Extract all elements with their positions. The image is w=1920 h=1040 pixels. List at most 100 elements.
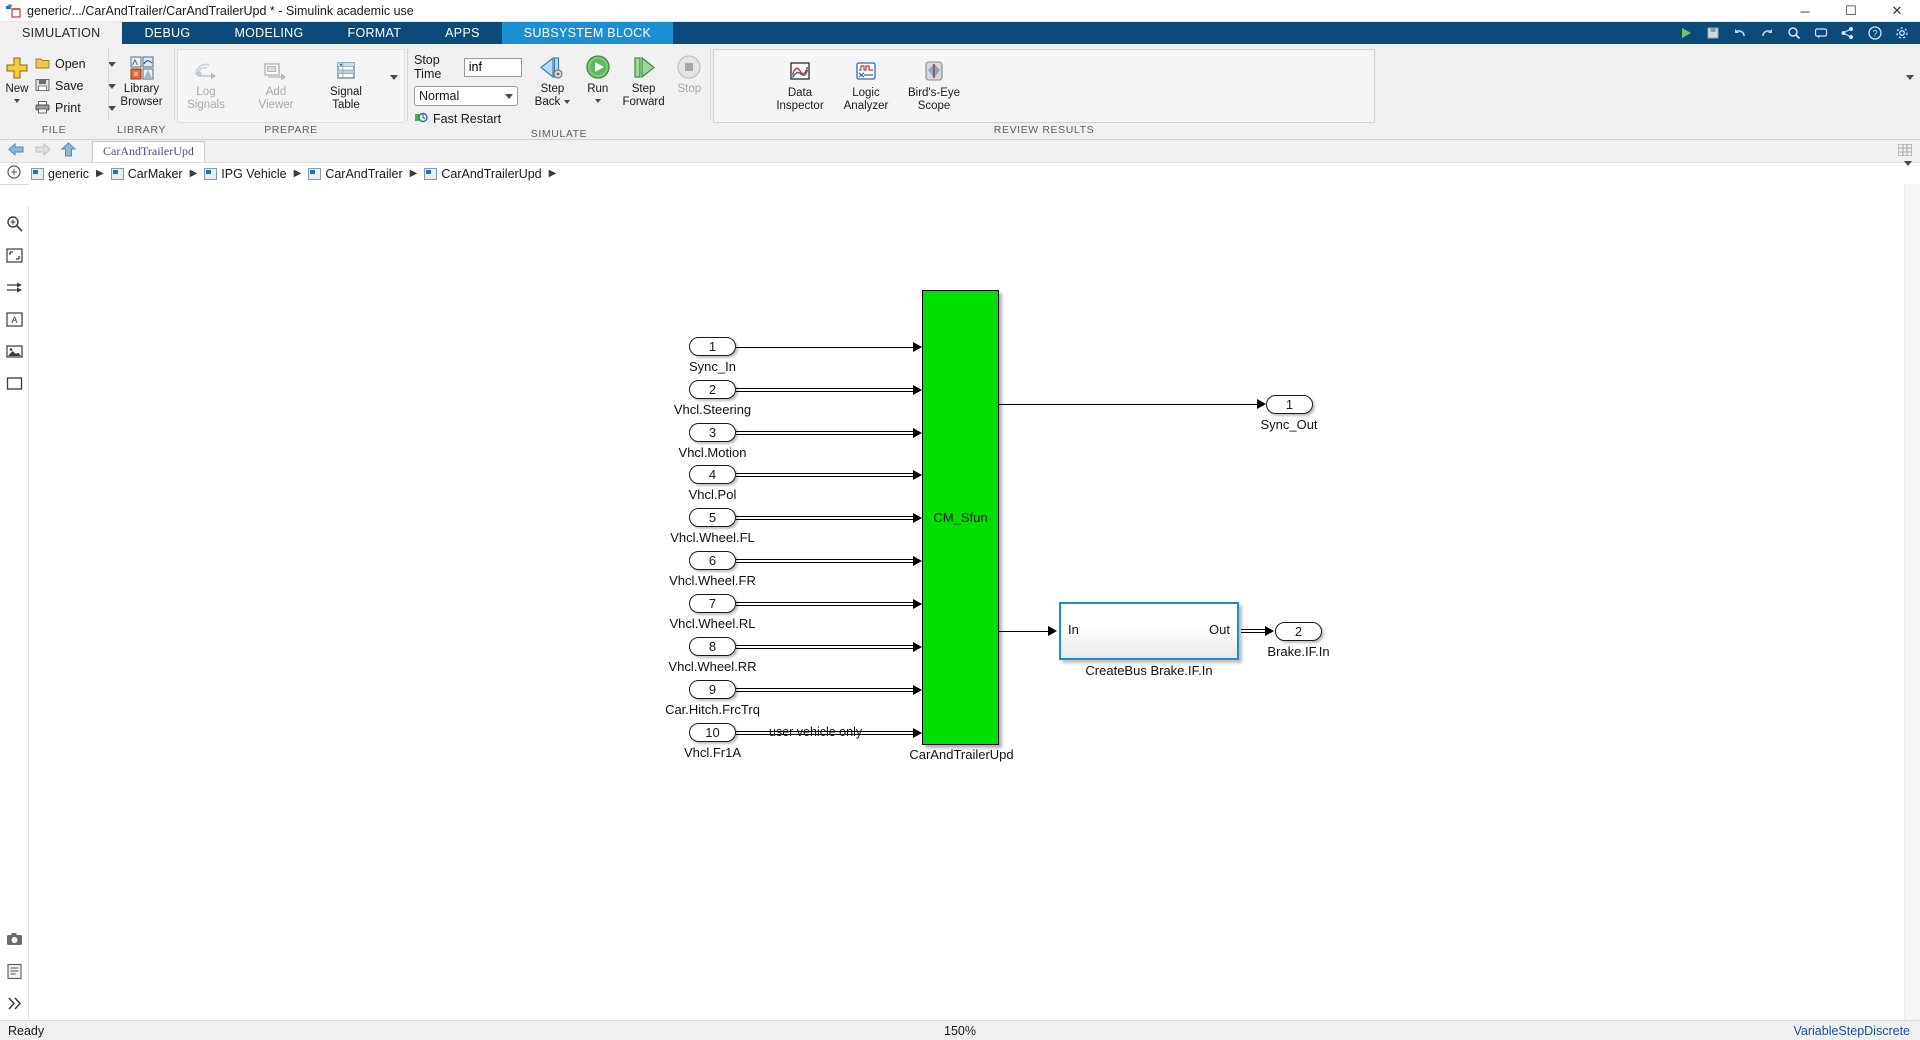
outport-block-1[interactable]: 1 — [1266, 395, 1313, 414]
print-button[interactable]: Print — [32, 98, 119, 118]
bus-line-out-2[interactable] — [1241, 629, 1268, 633]
simulink-canvas[interactable]: 1 Sync_In 2 Vhcl.Steering 3 Vhcl.Motion … — [29, 184, 1904, 1020]
back-arrow-icon[interactable] — [8, 142, 25, 160]
signal-table-button[interactable]: Signal Table — [318, 52, 374, 111]
breadcrumb-home-icon[interactable] — [7, 165, 21, 182]
undo-icon[interactable] — [1732, 25, 1748, 41]
inport-block-9[interactable]: 9 — [689, 680, 736, 699]
navigate-arrow-icon[interactable] — [5, 278, 23, 296]
run-button[interactable]: Run — [577, 49, 618, 103]
tab-format[interactable]: FORMAT — [326, 22, 424, 44]
bus-line-8[interactable] — [736, 645, 916, 649]
logic-analyzer-button[interactable]: Logic Analyzer — [836, 53, 896, 112]
run-quick-icon[interactable] — [1678, 25, 1694, 41]
stop-button[interactable]: Stop — [669, 49, 710, 96]
log-signals-icon — [193, 56, 219, 86]
save-quick-icon[interactable] — [1705, 25, 1721, 41]
annotation-text-icon[interactable]: A — [5, 310, 23, 328]
redo-icon[interactable] — [1759, 25, 1775, 41]
data-inspector-button[interactable]: Data Inspector — [770, 53, 830, 112]
bus-line-3[interactable] — [736, 431, 916, 435]
bus-line-6[interactable] — [736, 559, 916, 563]
help-icon[interactable]: ? — [1867, 25, 1883, 41]
bus-line-7[interactable] — [736, 602, 916, 606]
stop-time-input[interactable] — [463, 57, 522, 77]
step-back-caret-icon[interactable] — [564, 99, 571, 104]
inport-block-5[interactable]: 5 — [689, 508, 736, 527]
notes-icon[interactable] — [5, 962, 23, 980]
simulation-mode-select[interactable]: Normal — [414, 86, 518, 106]
bus-line-9[interactable] — [736, 688, 916, 692]
outport-block-2[interactable]: 2 — [1275, 622, 1322, 641]
tab-apps[interactable]: APPS — [423, 22, 502, 44]
log-signals-button[interactable]: Log Signals — [178, 52, 234, 111]
library-browser-button[interactable]: Library Browser — [114, 49, 170, 108]
ribbon-expand-button[interactable] — [1906, 75, 1914, 95]
breadcrumb-item-carmaker[interactable]: CarMaker — [109, 167, 185, 181]
breadcrumb-item-carandtrailerupd[interactable]: CarAndTrailerUpd — [422, 167, 543, 181]
solver-name[interactable]: VariableStepDiscrete — [1794, 1024, 1911, 1038]
bus-line-2[interactable] — [736, 388, 916, 392]
maximize-button[interactable]: ☐ — [1828, 0, 1874, 22]
prepare-more-caret-icon[interactable] — [390, 74, 398, 80]
prepare-more-button[interactable] — [390, 52, 404, 102]
window-controls[interactable]: ─ ☐ ✕ — [1782, 0, 1920, 22]
inport-block-8[interactable]: 8 — [689, 637, 736, 656]
canvas-annotation[interactable]: user vehicle only — [769, 725, 862, 739]
image-icon[interactable] — [5, 342, 23, 360]
close-button[interactable]: ✕ — [1874, 0, 1920, 22]
signal-line-out-1[interactable] — [999, 404, 1260, 405]
camera-icon[interactable] — [5, 930, 23, 948]
open-button[interactable]: Open — [32, 54, 119, 74]
nav-grid-icon[interactable] — [1897, 143, 1913, 159]
inport-block-3[interactable]: 3 — [689, 423, 736, 442]
new-button[interactable]: New — [4, 49, 30, 103]
tab-modeling[interactable]: MODELING — [212, 22, 325, 44]
fast-restart-toggle[interactable]: Fast Restart — [414, 111, 522, 127]
createbus-block[interactable]: In Out — [1059, 602, 1239, 660]
box-shape-icon[interactable] — [5, 374, 23, 392]
zoom-fit-icon[interactable] — [5, 214, 23, 232]
model-tab[interactable]: CarAndTrailerUpd — [92, 140, 205, 162]
canvas-vertical-scrollbar[interactable] — [1904, 184, 1920, 1020]
inport-number-3: 3 — [708, 425, 717, 440]
bus-line-5[interactable] — [736, 516, 916, 520]
signal-arrow-8 — [913, 642, 922, 652]
ribbon-expand-caret-icon[interactable] — [1906, 75, 1914, 95]
inport-block-1[interactable]: 1 — [689, 337, 736, 356]
birds-eye-scope-button[interactable]: Bird's-Eye Scope — [902, 53, 966, 112]
comment-icon[interactable] — [1813, 25, 1829, 41]
breadcrumb-item-ipg-vehicle[interactable]: IPG Vehicle — [202, 167, 288, 181]
bus-line-4[interactable] — [736, 473, 916, 477]
inport-block-10[interactable]: 10 — [689, 723, 736, 742]
signal-line-to-createbus[interactable] — [999, 631, 1051, 632]
inport-block-2[interactable]: 2 — [689, 380, 736, 399]
search-icon[interactable] — [1786, 25, 1802, 41]
simulation-mode-caret-icon[interactable] — [505, 93, 513, 99]
cm-sfun-block[interactable]: CM_Sfun — [922, 290, 999, 745]
breadcrumb-item-carandtrailer[interactable]: CarAndTrailer — [306, 167, 404, 181]
data-inspector-icon — [787, 57, 813, 87]
fit-to-view-icon[interactable] — [5, 246, 23, 264]
add-viewer-button[interactable]: Add Viewer — [248, 52, 304, 111]
tab-subsystem-block[interactable]: SUBSYSTEM BLOCK — [501, 22, 674, 44]
breadcrumb-collapse-caret-icon[interactable] — [1904, 161, 1912, 181]
up-arrow-icon[interactable] — [60, 142, 77, 160]
inport-block-7[interactable]: 7 — [689, 594, 736, 613]
expand-panel-icon[interactable] — [5, 994, 23, 1012]
zoom-level[interactable]: 150% — [944, 1024, 976, 1038]
save-button[interactable]: Save — [32, 76, 119, 96]
signal-line-1[interactable] — [736, 347, 916, 348]
step-forward-button[interactable]: Step Forward — [622, 49, 665, 108]
new-dropdown-caret-icon[interactable] — [14, 98, 20, 103]
tab-debug[interactable]: DEBUG — [122, 22, 212, 44]
step-back-button[interactable]: Step Back — [532, 49, 573, 108]
tab-simulation[interactable]: SIMULATION — [0, 22, 123, 44]
breadcrumb-item-generic[interactable]: generic — [29, 167, 91, 181]
inport-block-6[interactable]: 6 — [689, 551, 736, 570]
settings-icon[interactable] — [1894, 25, 1910, 41]
run-caret-icon[interactable] — [594, 98, 601, 103]
share-icon[interactable] — [1840, 25, 1856, 41]
inport-block-4[interactable]: 4 — [689, 465, 736, 484]
minimize-button[interactable]: ─ — [1782, 0, 1828, 22]
